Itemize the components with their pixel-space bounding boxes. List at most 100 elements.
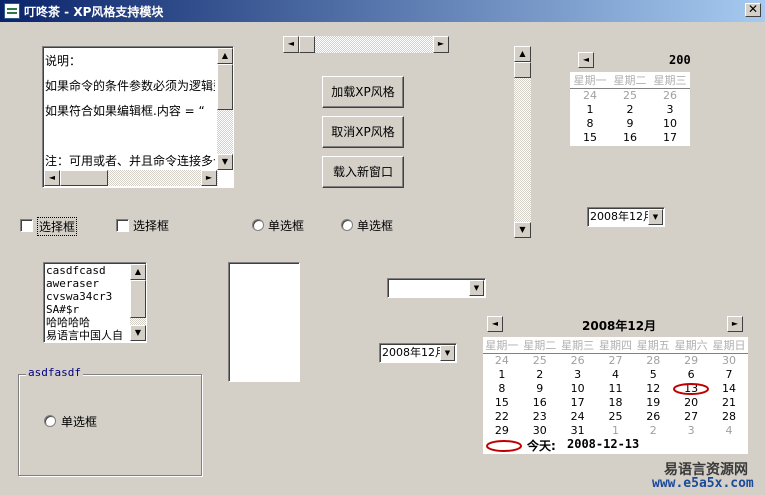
- cal-big-day-cell[interactable]: 3: [672, 424, 710, 438]
- cal-big-day-cell[interactable]: 29: [483, 424, 521, 438]
- cal-big-day-cell[interactable]: 18: [597, 396, 635, 410]
- cal-big-day-cell[interactable]: 9: [521, 382, 559, 396]
- list-item[interactable]: cvswa34cr3: [44, 290, 130, 303]
- cal-big-day-cell[interactable]: 26: [559, 354, 597, 368]
- small-calendar-prev-button[interactable]: ◄: [578, 52, 594, 68]
- cal-big-day-cell[interactable]: 29: [672, 354, 710, 368]
- hscroll-thumb[interactable]: [299, 36, 315, 53]
- checkbox-2-label[interactable]: 选择框: [133, 217, 169, 234]
- cal-small-day-cell[interactable]: 8: [570, 117, 610, 131]
- radio-2[interactable]: [341, 219, 353, 231]
- cal-big-day-cell[interactable]: 20: [672, 396, 710, 410]
- calendar-next-month-button[interactable]: ►: [727, 316, 743, 332]
- cal-big-day-cell[interactable]: 1: [483, 368, 521, 382]
- cal-small-day-cell[interactable]: 17: [650, 131, 690, 145]
- groupbox-radio-label[interactable]: 单选框: [61, 413, 97, 430]
- cal-big-day-cell[interactable]: 11: [597, 382, 635, 396]
- cal-big-day-cell[interactable]: 12: [634, 382, 672, 396]
- radio-1-label[interactable]: 单选框: [268, 217, 304, 234]
- cal-big-day-cell[interactable]: 8: [483, 382, 521, 396]
- calendar-prev-month-button[interactable]: ◄: [487, 316, 503, 332]
- cal-big-day-cell[interactable]: 2: [521, 368, 559, 382]
- cal-big-day-cell[interactable]: 30: [710, 354, 748, 368]
- cal-big-day-cell[interactable]: 27: [597, 354, 635, 368]
- cal-big-day-cell[interactable]: 31: [559, 424, 597, 438]
- cal-big-day-cell[interactable]: 14: [710, 382, 748, 396]
- textarea-scroll-left-button[interactable]: ◄: [44, 170, 60, 186]
- cal-small-day-cell[interactable]: 16: [610, 131, 650, 145]
- load-xp-style-button[interactable]: 加载XP风格: [322, 76, 404, 108]
- radio-2-label[interactable]: 单选框: [357, 217, 393, 234]
- radio-1[interactable]: [252, 219, 264, 231]
- cal-big-day-cell[interactable]: 4: [597, 368, 635, 382]
- cal-small-day-cell[interactable]: 25: [610, 89, 650, 103]
- date-picker-right[interactable]: 2008年12月 ▼: [587, 207, 665, 227]
- cal-big-day-cell[interactable]: 23: [521, 410, 559, 424]
- chevron-down-icon[interactable]: ▼: [440, 345, 455, 361]
- calendar-today-row[interactable]: 今天: 2008-12-13: [485, 437, 745, 453]
- hscroll-left-button[interactable]: ◄: [283, 36, 299, 53]
- chevron-down-icon[interactable]: ▼: [469, 280, 484, 296]
- textarea-scroll-right-button[interactable]: ►: [201, 170, 217, 186]
- cal-small-day-cell[interactable]: 24: [570, 89, 610, 103]
- list-item[interactable]: 易语言中国人自: [44, 329, 130, 342]
- vertical-scrollbar[interactable]: ▲ ▼: [514, 46, 531, 238]
- cal-big-day-cell[interactable]: 30: [521, 424, 559, 438]
- picture-box[interactable]: [228, 262, 300, 382]
- cal-big-day-cell[interactable]: 13: [672, 382, 710, 396]
- list-item[interactable]: casdfcasd: [44, 264, 130, 277]
- empty-combo-box[interactable]: ▼: [387, 278, 486, 298]
- cancel-xp-style-button[interactable]: 取消XP风格: [322, 116, 404, 148]
- cal-big-day-cell[interactable]: 25: [521, 354, 559, 368]
- vscroll-up-button[interactable]: ▲: [514, 46, 531, 62]
- cal-big-day-cell[interactable]: 24: [559, 410, 597, 424]
- chevron-down-icon[interactable]: ▼: [648, 209, 663, 225]
- cal-big-day-cell[interactable]: 16: [521, 396, 559, 410]
- cal-big-day-cell[interactable]: 7: [710, 368, 748, 382]
- cal-big-day-cell[interactable]: 6: [672, 368, 710, 382]
- vscroll-down-button[interactable]: ▼: [514, 222, 531, 238]
- groupbox-radio[interactable]: [44, 415, 56, 427]
- small-calendar-grid[interactable]: 星期一 星期二 星期三 24 25 26 1 2 3 8 9 10 15 16 17: [570, 72, 690, 146]
- listbox-scroll-up-button[interactable]: ▲: [130, 264, 146, 280]
- calendar-grid[interactable]: 星期一 星期二 星期三 星期四 星期五 星期六 星期日 24 25 26 27 28 29 30 1 2 3 4 5…: [483, 337, 748, 454]
- list-box[interactable]: casdfcasd aweraser cvswa34cr3 SA#$r 哈哈哈哈 易语言中…: [43, 262, 147, 343]
- list-item[interactable]: aweraser: [44, 277, 130, 290]
- title-bar[interactable]: 叮咚茶 - XP风格支持模块 ✕: [0, 0, 765, 22]
- listbox-scroll-down-button[interactable]: ▼: [130, 325, 146, 341]
- cal-small-day-cell[interactable]: 9: [610, 117, 650, 131]
- cal-big-day-cell[interactable]: 15: [483, 396, 521, 410]
- cal-big-day-cell[interactable]: 10: [559, 382, 597, 396]
- checkbox-1[interactable]: [20, 219, 33, 232]
- date-picker-mid[interactable]: 2008年12月 ▼: [379, 343, 457, 363]
- textarea-scroll-up-button[interactable]: ▲: [217, 48, 233, 64]
- cal-big-day-cell[interactable]: 28: [710, 410, 748, 424]
- cal-big-day-cell[interactable]: 1: [597, 424, 635, 438]
- cal-big-day-cell[interactable]: 3: [559, 368, 597, 382]
- cal-big-day-cell[interactable]: 24: [483, 354, 521, 368]
- close-button[interactable]: ✕: [745, 3, 761, 17]
- cal-big-day-cell[interactable]: 19: [634, 396, 672, 410]
- cal-small-day-cell[interactable]: 1: [570, 103, 610, 117]
- hscroll-right-button[interactable]: ►: [433, 36, 449, 53]
- listbox-vscroll-thumb[interactable]: [130, 280, 146, 318]
- cal-big-day-cell[interactable]: 5: [634, 368, 672, 382]
- cal-big-day-cell[interactable]: 21: [710, 396, 748, 410]
- cal-small-day-cell[interactable]: 10: [650, 117, 690, 131]
- vscroll-thumb[interactable]: [514, 62, 531, 78]
- cal-small-day-cell[interactable]: 2: [610, 103, 650, 117]
- list-item[interactable]: SA#$r: [44, 303, 130, 316]
- cal-small-day-cell[interactable]: 26: [650, 89, 690, 103]
- load-new-window-button[interactable]: 载入新窗口: [322, 156, 404, 188]
- horizontal-scrollbar[interactable]: ◄ ►: [283, 36, 449, 53]
- cal-big-day-cell[interactable]: 25: [597, 410, 635, 424]
- cal-small-day-cell[interactable]: 15: [570, 131, 610, 145]
- cal-big-day-cell[interactable]: 28: [634, 354, 672, 368]
- cal-big-day-cell[interactable]: 2: [634, 424, 672, 438]
- cal-big-day-cell[interactable]: 4: [710, 424, 748, 438]
- checkbox-1-label[interactable]: 选择框: [37, 217, 78, 236]
- cal-small-day-cell[interactable]: 3: [650, 103, 690, 117]
- cal-big-day-cell[interactable]: 22: [483, 410, 521, 424]
- cal-big-day-cell[interactable]: 26: [634, 410, 672, 424]
- list-item[interactable]: 哈哈哈哈: [44, 316, 130, 329]
